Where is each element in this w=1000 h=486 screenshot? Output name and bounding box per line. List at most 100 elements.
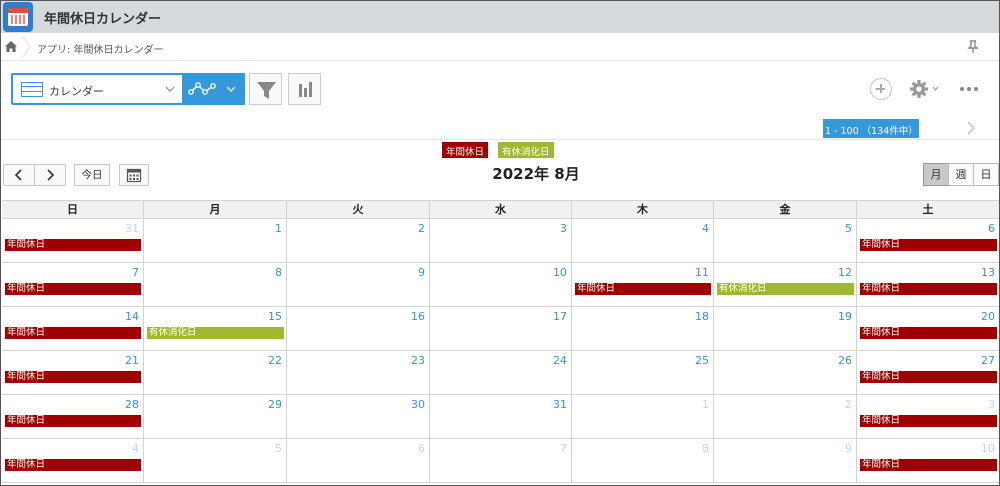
calendar-day-cell[interactable]: 31 年間休日 bbox=[2, 219, 144, 263]
day-number: 6 bbox=[988, 222, 995, 235]
chevron-right-icon bbox=[47, 169, 55, 181]
chevron-down-icon[interactable] bbox=[165, 85, 175, 93]
chevron-left-icon bbox=[14, 169, 22, 181]
calendar-week-row: 31 年間休日 1 2 3 4 5 6 年間休日 bbox=[2, 219, 999, 263]
chevron-down-icon bbox=[226, 86, 236, 92]
calendar-event[interactable]: 年間休日 bbox=[5, 239, 141, 251]
calendar-day-cell[interactable]: 24 bbox=[430, 351, 572, 395]
calendar-day-cell[interactable]: 9 bbox=[714, 439, 857, 483]
bar-chart-icon bbox=[299, 82, 312, 97]
calendar-day-cell[interactable]: 10 年間休日 bbox=[857, 439, 999, 483]
calendar-event[interactable]: 年間休日 bbox=[5, 459, 141, 471]
day-view-button[interactable]: 日 bbox=[973, 163, 999, 186]
today-button[interactable]: 今日 bbox=[74, 164, 110, 186]
calendar-day-cell[interactable]: 8 bbox=[144, 263, 287, 307]
calendar-day-cell[interactable]: 30 bbox=[287, 395, 430, 439]
calendar-day-cell[interactable]: 6 bbox=[287, 439, 430, 483]
calendar-event[interactable]: 年間休日 bbox=[860, 371, 997, 383]
pin-icon[interactable] bbox=[967, 40, 979, 54]
calendar-day-cell[interactable]: 22 bbox=[144, 351, 287, 395]
calendar-day-cell[interactable]: 3 bbox=[430, 219, 572, 263]
chart-button[interactable] bbox=[288, 73, 321, 105]
calendar-day-cell[interactable]: 17 bbox=[430, 307, 572, 351]
more-options-icon[interactable] bbox=[959, 84, 979, 94]
day-number: 1 bbox=[702, 398, 709, 411]
calendar-event[interactable]: 年間休日 bbox=[860, 239, 997, 251]
day-number: 8 bbox=[275, 266, 282, 279]
calendar-day-cell[interactable]: 26 bbox=[714, 351, 857, 395]
calendar-day-cell[interactable]: 14 年間休日 bbox=[2, 307, 144, 351]
day-number: 22 bbox=[268, 354, 282, 367]
calendar-day-cell[interactable]: 28 年間休日 bbox=[2, 395, 144, 439]
calendar-day-cell[interactable]: 8 bbox=[572, 439, 714, 483]
week-view-button[interactable]: 週 bbox=[948, 163, 974, 186]
calendar-event[interactable]: 年間休日 bbox=[860, 283, 997, 295]
prev-month-button[interactable] bbox=[3, 164, 35, 186]
calendar-view-icon bbox=[21, 82, 43, 97]
filter-button[interactable] bbox=[249, 73, 282, 105]
calendar-day-cell[interactable]: 6 年間休日 bbox=[857, 219, 999, 263]
day-number: 2 bbox=[845, 398, 852, 411]
calendar-event[interactable]: 年間休日 bbox=[5, 283, 141, 295]
calendar-icon bbox=[126, 168, 142, 183]
calendar-day-cell[interactable]: 7 年間休日 bbox=[2, 263, 144, 307]
calendar-day-cell[interactable]: 2 bbox=[287, 219, 430, 263]
calendar-day-cell[interactable]: 13 年間休日 bbox=[857, 263, 999, 307]
gear-icon[interactable] bbox=[909, 79, 941, 99]
calendar-day-cell[interactable]: 1 bbox=[144, 219, 287, 263]
calendar-day-cell[interactable]: 1 bbox=[572, 395, 714, 439]
calendar-day-cell[interactable]: 9 bbox=[287, 263, 430, 307]
add-record-button[interactable] bbox=[870, 78, 892, 100]
next-month-button[interactable] bbox=[34, 164, 66, 186]
calendar-day-cell[interactable]: 3 年間休日 bbox=[857, 395, 999, 439]
graph-button[interactable] bbox=[182, 73, 245, 105]
calendar-day-cell[interactable]: 15 有休消化日 bbox=[144, 307, 287, 351]
calendar-event[interactable]: 有休消化日 bbox=[717, 283, 854, 295]
calendar-event[interactable]: 年間休日 bbox=[5, 371, 141, 383]
home-icon[interactable] bbox=[5, 41, 17, 52]
calendar-event[interactable]: 有休消化日 bbox=[147, 327, 284, 339]
calendar-day-cell[interactable]: 23 bbox=[287, 351, 430, 395]
day-number: 14 bbox=[125, 310, 139, 323]
calendar-day-cell[interactable]: 4 年間休日 bbox=[2, 439, 144, 483]
calendar-day-cell[interactable]: 25 bbox=[572, 351, 714, 395]
month-view-button[interactable]: 月 bbox=[923, 163, 949, 186]
calendar-day-cell[interactable]: 21 年間休日 bbox=[2, 351, 144, 395]
calendar-day-cell[interactable]: 5 bbox=[714, 219, 857, 263]
calendar-day-cell[interactable]: 11 年間休日 bbox=[572, 263, 714, 307]
calendar-day-cell[interactable]: 16 bbox=[287, 307, 430, 351]
calendar-event[interactable]: 年間休日 bbox=[575, 283, 711, 295]
chevron-right-icon[interactable] bbox=[966, 121, 976, 135]
calendar-day-cell[interactable]: 4 bbox=[572, 219, 714, 263]
calendar-day-cell[interactable]: 5 bbox=[144, 439, 287, 483]
calendar-day-cell[interactable]: 2 bbox=[714, 395, 857, 439]
calendar-event[interactable]: 年間休日 bbox=[860, 459, 997, 471]
calendar-day-cell[interactable]: 7 bbox=[430, 439, 572, 483]
calendar-event[interactable]: 年間休日 bbox=[860, 415, 997, 427]
day-number: 16 bbox=[411, 310, 425, 323]
calendar-day-cell[interactable]: 29 bbox=[144, 395, 287, 439]
calendar-day-cell[interactable]: 18 bbox=[572, 307, 714, 351]
day-number: 4 bbox=[702, 222, 709, 235]
day-number: 9 bbox=[845, 442, 852, 455]
date-picker-button[interactable] bbox=[119, 164, 149, 186]
calendar-event[interactable]: 年間休日 bbox=[860, 327, 997, 339]
breadcrumb-app-link[interactable]: アプリ: 年間休日カレンダー bbox=[37, 41, 164, 56]
day-number: 3 bbox=[988, 398, 995, 411]
day-number: 8 bbox=[702, 442, 709, 455]
calendar-day-cell[interactable]: 12 有休消化日 bbox=[714, 263, 857, 307]
day-number: 25 bbox=[695, 354, 709, 367]
view-selector[interactable]: カレンダー bbox=[11, 73, 245, 105]
day-number: 29 bbox=[268, 398, 282, 411]
calendar-day-cell[interactable]: 19 bbox=[714, 307, 857, 351]
calendar-day-cell[interactable]: 20 年間休日 bbox=[857, 307, 999, 351]
calendar-event[interactable]: 年間休日 bbox=[5, 415, 141, 427]
day-number: 19 bbox=[838, 310, 852, 323]
calendar-app-icon[interactable] bbox=[3, 2, 33, 32]
day-number: 31 bbox=[553, 398, 567, 411]
calendar-day-cell[interactable]: 10 bbox=[430, 263, 572, 307]
day-number: 11 bbox=[695, 266, 709, 279]
calendar-day-cell[interactable]: 31 bbox=[430, 395, 572, 439]
calendar-day-cell[interactable]: 27 年間休日 bbox=[857, 351, 999, 395]
calendar-event[interactable]: 年間休日 bbox=[5, 327, 141, 339]
